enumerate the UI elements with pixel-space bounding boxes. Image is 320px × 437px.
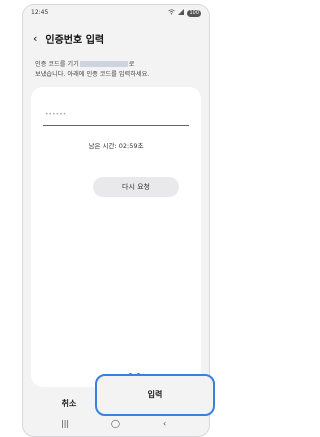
verification-card: •••••• 남은 시간: 02:59초 다시 요청	[31, 87, 201, 387]
description-line2: 보냈습니다. 아래에 인증 코드를 입력하세요.	[35, 71, 150, 78]
redacted-device-name	[79, 61, 128, 67]
status-bar: 12:45 100	[31, 9, 201, 19]
description-line1-suffix: 로	[128, 61, 135, 68]
chevron-left-icon[interactable]: ‹	[33, 32, 37, 45]
enter-button-label: 입력	[147, 390, 163, 399]
home-icon[interactable]: ◯	[111, 419, 120, 428]
description-text: 인증 코드를 기기 로 보냈습니다. 아래에 인증 코드를 입력하세요.	[35, 60, 200, 80]
enter-button[interactable]: 입력	[95, 374, 215, 416]
signal-icon	[178, 9, 185, 17]
code-placeholder: ••••••	[45, 111, 67, 118]
remaining-time: 남은 시간: 02:59초	[88, 142, 144, 150]
phone-frame: 12:45 100 ‹ 인증번호 입력 인증 코드를 기기 로 보냈습니다. 아래…	[0, 0, 230, 437]
system-navbar: ||| ◯ ‹	[23, 419, 209, 435]
status-icons: 100	[168, 9, 201, 17]
resend-button[interactable]: 다시 요청	[93, 177, 179, 197]
page-title: 인증번호 입력	[45, 34, 105, 46]
status-time: 12:45	[31, 9, 49, 16]
screen: 12:45 100 ‹ 인증번호 입력 인증 코드를 기기 로 보냈습니다. 아래…	[22, 4, 210, 437]
battery-badge: 100	[187, 9, 201, 17]
description-line1-prefix: 인증 코드를 기기	[35, 61, 79, 68]
back-nav-icon[interactable]: ‹	[163, 419, 166, 428]
verification-code-input[interactable]: ••••••	[43, 105, 189, 126]
header: ‹ 인증번호 입력	[33, 29, 104, 47]
wifi-icon	[168, 9, 176, 17]
recent-apps-icon[interactable]: |||	[61, 419, 69, 428]
